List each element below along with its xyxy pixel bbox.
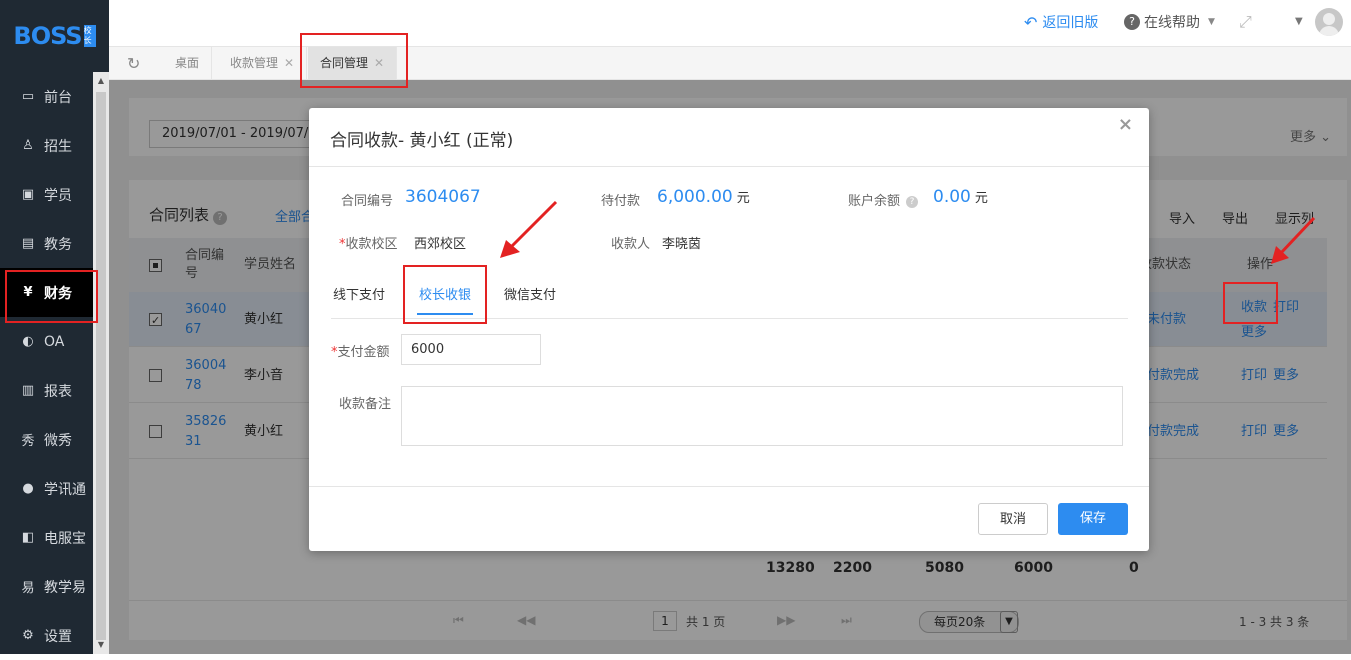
amount-input[interactable]: 6000 <box>401 334 541 365</box>
sidebar-item-jiaowu[interactable]: ▤ 教务 <box>0 219 93 268</box>
back-old-version-link[interactable]: ↶ 返回旧版 <box>1024 12 1098 32</box>
payee-value: 李晓茵 <box>662 237 702 252</box>
tab-payment-management[interactable]: 收款管理 ✕ <box>218 47 308 80</box>
annotation-box <box>300 33 408 88</box>
sidebar-item-label: 报表 <box>44 383 72 400</box>
tab-wechat-payment[interactable]: 微信支付 <box>504 284 556 303</box>
avatar[interactable] <box>1315 8 1343 36</box>
user-add-icon: ♙ <box>22 138 34 153</box>
logo-badge: 校长 <box>83 25 96 47</box>
sidebar-item-qiantai[interactable]: ▭ 前台 <box>0 72 93 121</box>
sidebar-item-shezhi[interactable]: ⚙ 设置 <box>0 611 93 660</box>
sidebar-scrollbar[interactable]: ▲ ▼ <box>93 72 109 654</box>
tab-offline-payment[interactable]: 线下支付 <box>333 284 385 303</box>
undo-icon: ↶ <box>1024 12 1038 32</box>
campus-value: 西郊校区 <box>414 237 467 252</box>
amount-label: *支付金额 <box>331 341 390 360</box>
phone-icon: ◧ <box>21 530 35 545</box>
due-amount: 6,000.00 元 <box>657 187 750 207</box>
note-label: 收款备注 <box>339 397 392 412</box>
annotation-box <box>1223 282 1278 324</box>
due-label: 待付款 <box>601 194 641 209</box>
campus-label-text: 收款校区 <box>345 237 398 252</box>
calendar-icon: ▭ <box>21 89 35 104</box>
sidebar-item-jiaoxueyi[interactable]: 易教学易 <box>0 562 93 611</box>
sidebar-item-label: 电服宝 <box>44 530 86 547</box>
balance-label-text: 账户余额 <box>848 194 901 209</box>
sidebar-item-label: OA <box>44 333 65 350</box>
annotation-box <box>403 265 487 324</box>
id-card-icon: ▣ <box>21 187 35 202</box>
chevron-down-icon: ▼ <box>1208 17 1215 27</box>
sidebar-item-label: 微秀 <box>44 432 72 449</box>
online-help-label: 在线帮助 <box>1144 15 1200 31</box>
amount-label-text: 支付金额 <box>337 345 390 360</box>
campus-label: *收款校区 <box>339 233 398 252</box>
sidebar: BOSS 校长 ▭ 前台 ♙ 招生 ▣ 学员 ▤ 教务 ¥ 财务 ◐ OA ▥ 报表 秀微秀 … <box>0 0 109 654</box>
sidebar-item-label: 学讯通 <box>44 481 86 498</box>
toggle-icon: ◐ <box>22 334 34 349</box>
balance-value: 0.00 <box>933 187 971 207</box>
help-circle-icon: ? <box>1124 14 1140 30</box>
close-icon[interactable]: × <box>1118 114 1133 135</box>
tab-label: 收款管理 <box>230 56 279 70</box>
balance: 0.00 元 <box>933 187 988 207</box>
divider <box>309 166 1149 167</box>
sidebar-item-xuexuntong[interactable]: ● 学讯通 <box>0 464 93 513</box>
online-help-menu[interactable]: ? 在线帮助 ▼ <box>1124 12 1215 32</box>
close-icon[interactable]: ✕ <box>284 56 294 70</box>
fullscreen-icon[interactable]: ⤢ <box>1239 12 1252 32</box>
due-amount-value: 6,000.00 <box>657 187 733 207</box>
sidebar-item-label: 教学易 <box>44 579 86 596</box>
sidebar-item-label: 前台 <box>44 89 72 106</box>
modal-title: 合同收款- 黄小红 (正常) <box>330 131 514 151</box>
scroll-down-icon[interactable]: ▼ <box>96 640 106 650</box>
unit-label: 元 <box>974 191 988 206</box>
back-old-version-label: 返回旧版 <box>1042 15 1099 31</box>
note-textarea[interactable] <box>401 386 1123 446</box>
tab-label: 桌面 <box>175 56 200 70</box>
gear-icon: ⚙ <box>22 628 34 643</box>
scroll-up-icon[interactable]: ▲ <box>96 76 106 86</box>
refresh-icon[interactable]: ↻ <box>127 54 140 73</box>
sidebar-item-weixiu[interactable]: 秀微秀 <box>0 415 93 464</box>
sidebar-item-oa[interactable]: ◐ OA <box>0 317 93 366</box>
annotation-box <box>5 270 98 323</box>
contract-no-label: 合同编号 <box>341 194 394 209</box>
sidebar-item-zhaosheng[interactable]: ♙ 招生 <box>0 121 93 170</box>
payment-modal: 合同收款- 黄小红 (正常) × 合同编号 3604067 待付款 6,000.… <box>309 108 1149 551</box>
unit-label: 元 <box>736 191 750 206</box>
sidebar-item-label: 教务 <box>44 236 72 253</box>
top-header: ↶ 返回旧版 ? 在线帮助 ▼ ⤢ ▼ <box>109 0 1351 46</box>
sidebar-item-dianfubao[interactable]: ◧ 电服宝 <box>0 513 93 562</box>
sidebar-item-label: 设置 <box>44 628 72 645</box>
contract-no-value: 3604067 <box>405 187 481 207</box>
cancel-button[interactable]: 取消 <box>978 503 1048 535</box>
sidebar-nav: ▭ 前台 ♙ 招生 ▣ 学员 ▤ 教务 ¥ 财务 ◐ OA ▥ 报表 秀微秀 ● 学讯通 ◧ 电服… <box>0 72 93 660</box>
page-tab-bar: ↻ 桌面 收款管理 ✕ 合同管理 ✕ <box>109 46 1351 80</box>
logo[interactable]: BOSS 校长 <box>0 0 109 72</box>
scroll-thumb[interactable] <box>96 92 106 640</box>
tab-desktop[interactable]: 桌面 <box>163 47 213 80</box>
help-icon[interactable]: ? <box>906 195 919 208</box>
book-icon: ▤ <box>21 236 35 251</box>
save-button[interactable]: 保存 <box>1058 503 1128 535</box>
xiu-icon: 秀 <box>21 434 35 449</box>
balance-label: 账户余额? <box>848 190 924 209</box>
sidebar-item-baobiao[interactable]: ▥ 报表 <box>0 366 93 415</box>
payee-label: 收款人 <box>611 237 651 252</box>
teach-icon: 易 <box>21 581 35 596</box>
user-menu-caret-icon[interactable]: ▼ <box>1295 16 1303 27</box>
sidebar-item-label: 学员 <box>44 187 72 204</box>
bar-chart-icon: ▥ <box>21 383 35 398</box>
divider <box>309 486 1149 487</box>
logo-text: BOSS <box>13 22 82 50</box>
sidebar-item-label: 招生 <box>44 138 72 155</box>
location-icon: ● <box>22 481 34 496</box>
sidebar-item-xueyuan[interactable]: ▣ 学员 <box>0 170 93 219</box>
